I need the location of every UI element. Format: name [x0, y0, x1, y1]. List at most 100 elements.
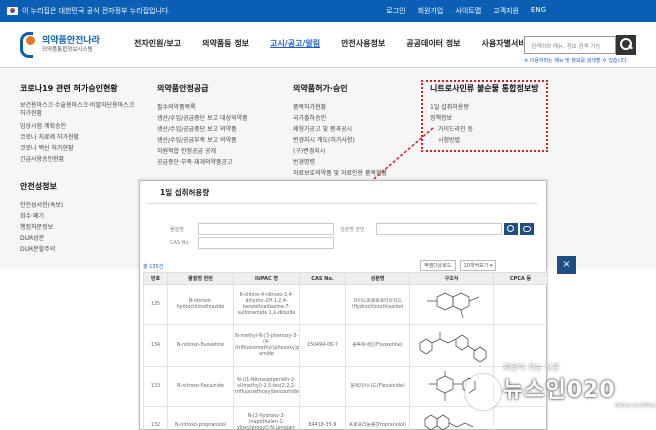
cell-cas: 150494-06-7 [299, 324, 346, 367]
menu-title-approval[interactable]: 의약품허가·승인 [293, 83, 387, 94]
divider [148, 203, 538, 204]
column-header[interactable]: 물질명 한번 [167, 272, 234, 285]
menu-item[interactable]: 생산/수입/공급중단 보고 의약품 [157, 124, 248, 135]
search-input[interactable]: 검색어와 메뉴, 정보 검색 가능 [524, 36, 616, 54]
nav-drug-info[interactable]: 의약품등 정보 [202, 38, 249, 49]
english-link[interactable]: ENG [531, 6, 546, 16]
cell-substance: N-nitroso-flecainide [167, 366, 234, 407]
nav-petition[interactable]: 전자민원/보고 [134, 38, 181, 49]
menu-item[interactable]: 회수·폐기 [20, 211, 138, 222]
structure-diagram [426, 292, 479, 318]
cell-number: 132 [143, 406, 168, 430]
sitemap-link[interactable]: 사이트맵 [455, 6, 481, 16]
logo-subtitle: 의약품통합정보시스템 [42, 47, 93, 53]
menu-item[interactable]: 코로나 백신 허가현황 [20, 143, 138, 154]
menu-item[interactable]: 생산/수입/공급중단 보고 대상의약품 [157, 113, 248, 124]
cell-cas [299, 366, 346, 407]
menu-title-covid[interactable]: 코로나19 관련 허가승인현황 [20, 83, 138, 94]
cell-iupac: N-methyl-N-[3-phenoxy-3-(4-(trifluoromet… [233, 324, 300, 367]
search-tip: ※ 이용하려는 메뉴 및 정보를 검색할 수 있습니다. [524, 58, 629, 64]
support-link[interactable]: 고객지원 [493, 6, 519, 16]
menu-item[interactable]: 변경지시 계도(허가사항) [293, 135, 387, 146]
menu-column-covid: 코로나19 관련 허가승인현황 보건용마스크·수술용마스크·비말차단용마스크 허… [20, 83, 138, 255]
substance-name-input[interactable] [198, 223, 334, 235]
result-tools: 엑셀다운로드 10개씩보기 ▾ [420, 260, 497, 271]
ingredient-input[interactable] [376, 223, 502, 235]
menu-item[interactable]: 코로나 치료제 허가현황 [20, 132, 138, 143]
name-label: 물질명 [170, 227, 184, 233]
korean-flag-icon [7, 7, 18, 15]
cell-number: 133 [143, 366, 168, 407]
cell-substance: N-nitroso-propranolol [167, 406, 234, 430]
search-icon[interactable] [616, 35, 636, 55]
menu-item[interactable]: 긴급사용승인현황 [20, 154, 138, 165]
watermark-logo-icon [465, 374, 501, 410]
site-logo[interactable]: 의약품안전나라 의약품통합정보시스템 [20, 32, 130, 58]
table-header-row: 번호 물질명 한번 IUPAC 명 CAS No. 성분명 구조식 CPCA 등 [143, 272, 548, 285]
table-row[interactable]: 135 N-nitroso-hydrochlorothiazide 6-chlo… [143, 284, 548, 325]
close-button[interactable]: × [557, 256, 576, 274]
nav-safety[interactable]: 안전사용정보 [341, 38, 385, 49]
cell-cpca [493, 284, 548, 325]
menu-item[interactable]: 행정처분정보 [20, 222, 138, 233]
menu-item[interactable]: 공급중단·부족·재개의약품공고 [157, 157, 248, 168]
page-size-select[interactable]: 10개씩보기 ▾ [459, 260, 497, 271]
cell-number: 134 [143, 324, 168, 367]
column-header[interactable]: CPCA 등 [493, 272, 548, 285]
excel-download-button[interactable]: 엑셀다운로드 [420, 260, 456, 271]
main-nav: 전자민원/보고 의약품등 정보 고시/공고/알림 안전사용정보 공공데이터 정보… [134, 38, 554, 49]
menu-item[interactable]: 자원적합 안정공급 공개 [157, 146, 248, 157]
cell-ingredient: 플레카이니드(Flecainide) [345, 366, 410, 407]
menu-item[interactable]: 필수의약품목록 [157, 102, 248, 113]
menu-item[interactable]: 안전성서한(속보) [20, 200, 138, 211]
cell-iupac: 6-chloro-4-nitroso-3,4-dihydro-2H-1,2,4-… [233, 284, 300, 325]
cell-ingredient: 하이드로클로로티아지드(Hydrochlorothiazide) [345, 284, 410, 325]
utility-links: 로그인 회원가입 사이트맵 고객지원 ENG [386, 6, 546, 16]
reset-icon[interactable] [520, 223, 534, 235]
menu-item[interactable]: 임상시험 계획승인 [20, 121, 138, 132]
signup-link[interactable]: 회원가입 [418, 6, 444, 16]
column-header[interactable]: 성분명 [345, 272, 410, 285]
menu-title-safety[interactable]: 안전성정보 [20, 181, 138, 192]
column-header[interactable]: 구조식 [409, 272, 494, 285]
nav-public-data[interactable]: 공공데이터 정보 [406, 38, 460, 49]
cell-substance: N-nitroso-hydrochlorothiazide [167, 284, 234, 325]
result-count: 총 135건 [143, 264, 164, 270]
cell-cas [299, 284, 346, 325]
menu-column-supply: 의약품안정공급 필수의약품목록 생산/수입/공급중단 보고 대상의약품 생산/수… [157, 83, 248, 168]
cell-number: 135 [143, 284, 168, 325]
menu-item[interactable]: 자료보호의약품 및 자료인용 품목현황 [293, 168, 387, 179]
menu-column-approval: 의약품허가·승인 품목허가현황 국가출하승인 제형가공고 및 평과공시 변경지시… [293, 83, 387, 179]
cell-iupac: N-[2-hydroxy-3-(naphthalen-1-yloxy)propy… [233, 406, 300, 430]
menu-item[interactable]: 보건용마스크·수술용마스크·비말차단용마스크 허가현황 [20, 102, 138, 118]
menu-item[interactable]: (구)변경지시 [293, 146, 387, 157]
column-header[interactable]: 번호 [143, 272, 168, 285]
menu-item[interactable]: 제형가공고 및 평과공시 [293, 124, 387, 135]
column-header[interactable]: CAS No. [299, 272, 346, 285]
highlight-box [421, 80, 548, 152]
cell-substance: N-nitroso-fluoxetine [167, 324, 234, 367]
cas-number-input[interactable] [198, 237, 334, 249]
gov-banner: 이 누리집은 대한민국 공식 전자정부 누리집입니다. 로그인 회원가입 사이트… [0, 0, 656, 22]
menu-item[interactable]: 품목허가현황 [293, 102, 387, 113]
login-link[interactable]: 로그인 [386, 6, 405, 16]
cell-structure [409, 284, 494, 325]
menu-item[interactable]: DUR성분 [20, 233, 138, 244]
watermark-english: Online to Offline [615, 403, 656, 409]
news-watermark: 희망이 가는 신문 뉴스인020 Online to Offline [465, 352, 656, 422]
logo-mark-icon [20, 32, 38, 58]
panel-title: 1일 섭취허용량 [160, 188, 210, 197]
menu-item[interactable]: 국가출하승인 [293, 113, 387, 124]
cell-iupac: N-((1-Nitrosopiperidin-2-yl)methyl)-2,5-… [233, 366, 300, 407]
cell-ingredient: 프로프라놀롤(Propranolol) [345, 406, 410, 430]
nav-notice[interactable]: 고시/공고/알림 [270, 38, 320, 49]
ingredient-label: 성분명 한번 [340, 227, 365, 233]
column-header[interactable]: IUPAC 명 [233, 272, 300, 285]
cell-ingredient: 플루옥세틴(Fluoxetine) [345, 324, 410, 367]
watermark-brand: 뉴스인020 [503, 378, 616, 403]
menu-title-supply[interactable]: 의약품안정공급 [157, 83, 248, 94]
search-icon[interactable] [504, 223, 518, 235]
menu-item[interactable]: 생산/수입/공급부족 보고 의약품 [157, 135, 248, 146]
menu-item[interactable]: DUR분할주의 [20, 244, 138, 255]
menu-item[interactable]: 번경명령 [293, 157, 387, 168]
